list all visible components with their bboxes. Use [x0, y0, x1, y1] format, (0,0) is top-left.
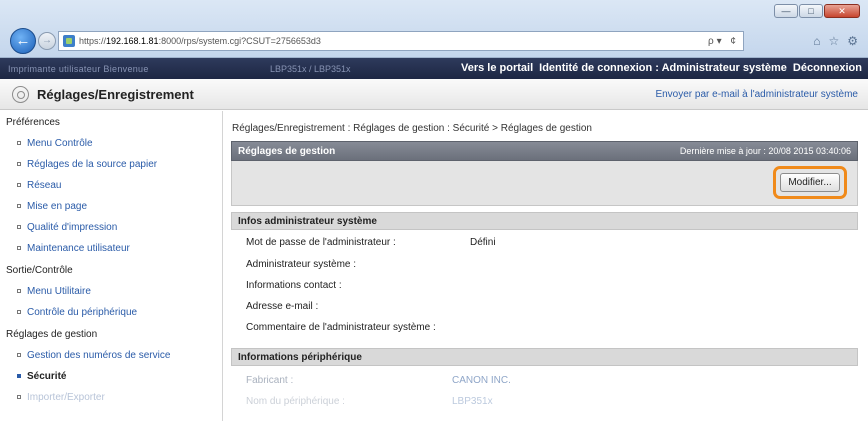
sidebar-item-securite[interactable]: Sécurité: [17, 371, 66, 382]
contact-info-label: Informations contact :: [246, 280, 342, 291]
panel-title: Réglages de gestion: [238, 146, 336, 157]
admin-password-label: Mot de passe de l'administrateur :: [246, 237, 396, 248]
url-host: 192.168.1.81: [106, 36, 159, 46]
section-title: Informations périphérique: [238, 352, 362, 363]
bullet-icon: [17, 289, 21, 293]
bullet-icon: [17, 183, 21, 187]
bullet-icon: [17, 374, 21, 378]
bullet-icon: [17, 162, 21, 166]
sidebar-section-preferences: Préférences: [6, 117, 60, 128]
settings-gear-icon[interactable]: ⚙: [847, 34, 858, 48]
admin-password-value: Défini: [470, 237, 496, 248]
device-user-info: Imprimante utilisateur Bienvenue: [8, 64, 149, 74]
admin-info-section-header: Infos administrateur système: [231, 212, 858, 230]
device-top-bar: Imprimante utilisateur Bienvenue LBP351x…: [0, 58, 868, 79]
page-header: Réglages/Enregistrement Envoyer par e-ma…: [0, 79, 868, 110]
sidebar-item-label: Sécurité: [27, 371, 67, 382]
sidebar-item-label: Importer/Exporter: [27, 392, 105, 403]
sidebar-item-label: Gestion des numéros de service: [27, 350, 171, 361]
breadcrumb: Réglages/Enregistrement : Réglages de ge…: [232, 123, 592, 134]
bullet-icon: [17, 141, 21, 145]
back-arrow-icon[interactable]: ←: [10, 28, 36, 54]
panel-header: Réglages de gestion Dernière mise à jour…: [231, 141, 858, 161]
login-identity: Identité de connexion : Administrateur s…: [539, 62, 787, 74]
page-title: Réglages/Enregistrement: [37, 87, 194, 102]
email-admin-link[interactable]: Envoyer par e-mail à l'administrateur sy…: [655, 89, 858, 100]
forward-arrow-icon[interactable]: →: [38, 32, 56, 50]
sidebar-item-label: Réseau: [27, 180, 62, 191]
favorites-star-icon[interactable]: ☆: [828, 34, 839, 48]
sidebar-item-importer-exporter[interactable]: Importer/Exporter: [17, 392, 105, 403]
sidebar-item-menu-utilitaire[interactable]: Menu Utilitaire: [17, 286, 91, 297]
close-button[interactable]: ✕: [824, 4, 860, 18]
sidebar-item-controle-peripherique[interactable]: Contrôle du périphérique: [17, 307, 137, 318]
logout-link[interactable]: Déconnexion: [793, 62, 862, 74]
browser-toolbar: ⌂ ☆ ⚙: [813, 34, 858, 48]
last-update: Dernière mise à jour : 20/08 2015 03:40:…: [679, 146, 851, 156]
address-url[interactable]: https://192.168.1.81:8000/rps/system.cgi…: [79, 36, 708, 46]
admin-comment-label: Commentaire de l'administrateur système …: [246, 322, 436, 333]
manufacturer-label: Fabricant :: [246, 375, 294, 386]
manufacturer-value: CANON INC.: [452, 375, 511, 386]
browser-chrome: — □ ✕ ← → https://192.168.1.81:8000/rps/…: [0, 0, 868, 58]
bullet-icon: [17, 310, 21, 314]
sidebar-section-sortie: Sortie/Contrôle: [6, 265, 73, 276]
action-bar: Modifier...: [231, 161, 858, 206]
sidebar-item-maintenance[interactable]: Maintenance utilisateur: [17, 243, 130, 254]
sidebar-item-label: Maintenance utilisateur: [27, 243, 130, 254]
home-icon[interactable]: ⌂: [813, 34, 820, 48]
modify-button-highlight: Modifier...: [773, 166, 847, 199]
modify-button[interactable]: Modifier...: [780, 173, 840, 192]
minimize-button[interactable]: —: [774, 4, 798, 18]
sidebar-item-menu-controle[interactable]: Menu Contrôle: [17, 138, 93, 149]
system-admin-label: Administrateur système :: [246, 259, 357, 270]
address-bar[interactable]: https://192.168.1.81:8000/rps/system.cgi…: [58, 31, 744, 51]
site-favicon-icon: [63, 35, 75, 47]
sidebar-item-mise-en-page[interactable]: Mise en page: [17, 201, 87, 212]
url-path: :8000/rps/system.cgi?CSUT=2756653d3: [158, 36, 321, 46]
bullet-icon: [17, 225, 21, 229]
sidebar-item-label: Contrôle du périphérique: [27, 307, 138, 318]
section-title: Infos administrateur système: [238, 216, 377, 227]
sidebar-item-paper-source[interactable]: Réglages de la source papier: [17, 159, 157, 170]
bullet-icon: [17, 204, 21, 208]
bullet-icon: [17, 395, 21, 399]
top-links: Vers le portail Identité de connexion : …: [461, 62, 862, 74]
sidebar-item-numeros-service[interactable]: Gestion des numéros de service: [17, 350, 170, 361]
device-model-info: LBP351x / LBP351x: [270, 64, 351, 74]
maximize-button[interactable]: □: [799, 4, 823, 18]
settings-gear-icon: [12, 86, 29, 103]
sidebar-item-label: Réglages de la source papier: [27, 159, 158, 170]
address-search-refresh-icons[interactable]: ρ▾ ¢: [708, 36, 739, 47]
portal-link[interactable]: Vers le portail: [461, 62, 533, 74]
bullet-icon: [17, 246, 21, 250]
sidebar-section-gestion: Réglages de gestion: [6, 329, 98, 340]
sidebar-item-reseau[interactable]: Réseau: [17, 180, 61, 191]
bullet-icon: [17, 353, 21, 357]
sidebar-item-label: Qualité d'impression: [27, 222, 118, 233]
url-scheme: https://: [79, 36, 107, 46]
device-name-value: LBP351x: [452, 396, 493, 407]
sidebar-item-label: Mise en page: [27, 201, 88, 212]
sidebar-item-label: Menu Contrôle: [27, 138, 93, 149]
sidebar-item-label: Menu Utilitaire: [27, 286, 91, 297]
email-address-label: Adresse e-mail :: [246, 301, 319, 312]
device-info-section-header: Informations périphérique: [231, 348, 858, 366]
window-controls: — □ ✕: [774, 4, 860, 18]
device-name-label: Nom du périphérique :: [246, 396, 345, 407]
sidebar-item-qualite[interactable]: Qualité d'impression: [17, 222, 117, 233]
sidebar: Préférences Menu Contrôle Réglages de la…: [0, 111, 223, 421]
